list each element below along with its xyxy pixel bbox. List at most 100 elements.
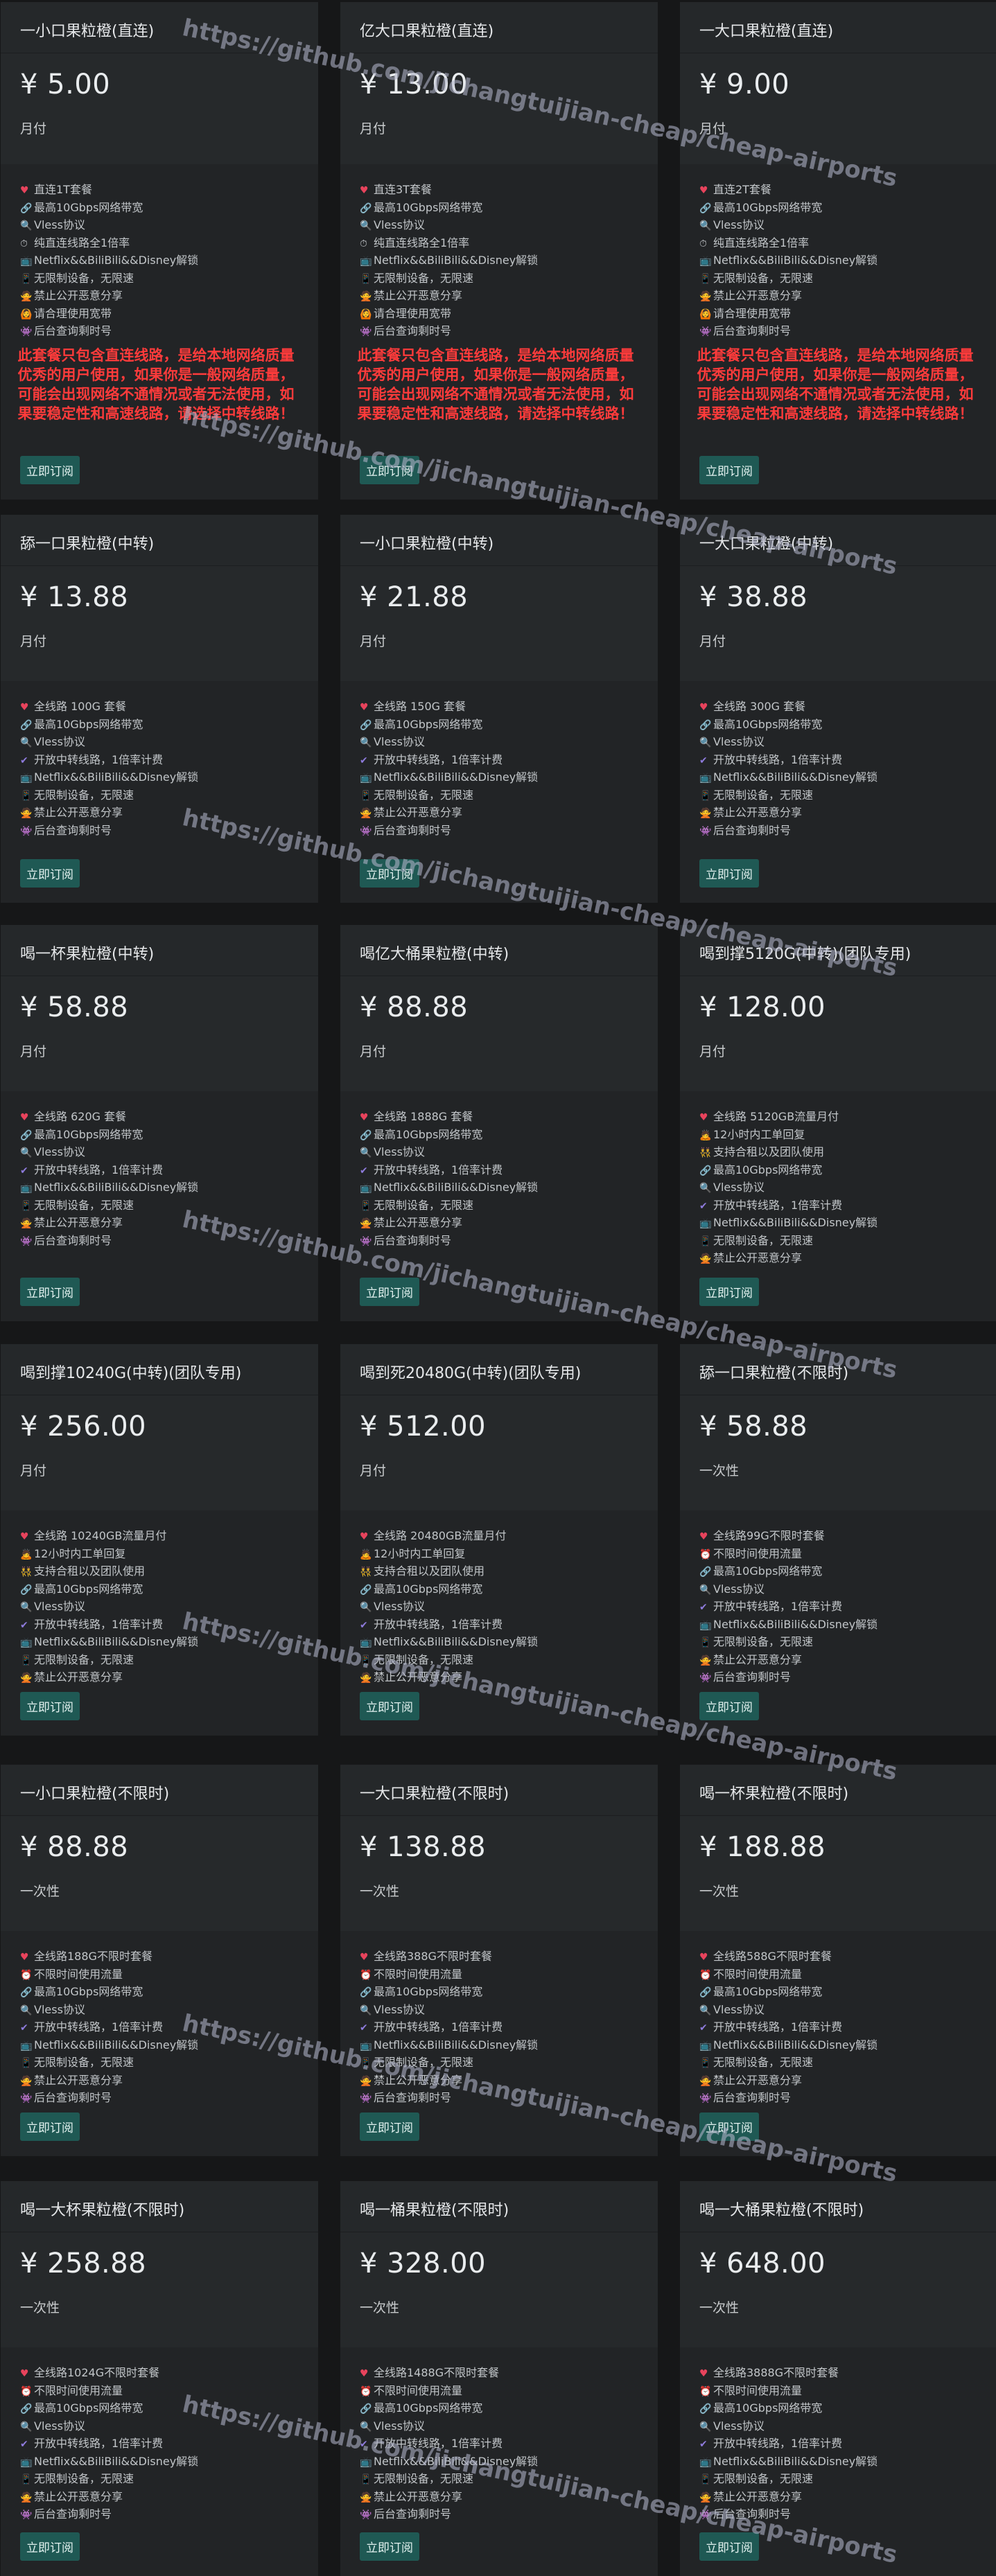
feature-text: 最高10Gbps网络带宽 (34, 1582, 143, 1596)
feature-text: 最高10Gbps网络带宽 (713, 1163, 823, 1176)
feature-item: 👾 后台查询剩时号 (20, 822, 318, 840)
billing-period: 月付 (20, 1463, 47, 1479)
subscribe-button[interactable]: 立即订阅 (360, 456, 419, 484)
alarm-clock-icon: ⏰ (699, 1969, 712, 1981)
feature-item: 👾 后台查询剩时号 (20, 1232, 318, 1250)
feature-text: 开放中转线路，1倍率计费 (34, 2437, 164, 2450)
feature-item: 👾 后台查询剩时号 (699, 2089, 996, 2107)
forbidden-gesture-icon: 🙅 (20, 808, 33, 819)
price-section: ¥ 128.00 月付 (680, 976, 996, 1091)
bowing-person-icon: 🙇 (699, 1129, 712, 1141)
feature-item: 📱 无限制设备，无限速 (699, 1633, 996, 1651)
plan-title: 喝一大桶果粒橙(不限时) (680, 2181, 996, 2232)
subscribe-button[interactable]: 立即订阅 (699, 1278, 759, 1306)
subscribe-button[interactable]: 立即订阅 (699, 2532, 759, 2561)
feature-item: 📺 Netflix&&BiliBili&&Disney解锁 (20, 1179, 318, 1197)
feature-item: 📱 无限制设备，无限速 (360, 2470, 658, 2488)
alarm-clock-icon: ⏰ (20, 2385, 33, 2397)
tv-icon: 📺 (20, 2456, 33, 2468)
feature-text: 开放中转线路，1倍率计费 (713, 752, 843, 766)
feature-text: Netflix&&BiliBili&&Disney解锁 (374, 1635, 539, 1648)
alien-icon: 👾 (20, 825, 33, 837)
check-icon: ✔ (360, 2022, 368, 2034)
feature-text: Netflix&&BiliBili&&Disney解锁 (374, 1181, 539, 1194)
price-amount: ¥ 138.88 (360, 1831, 487, 1863)
subscribe-button[interactable]: 立即订阅 (699, 1692, 759, 1720)
price-amount: ¥ 512.00 (360, 1411, 487, 1443)
feature-item: 📺 Netflix&&BiliBili&&Disney解锁 (699, 1214, 996, 1232)
price-section: ¥ 21.88 月付 (340, 566, 658, 681)
plan-card: 舔一口果粒橙(中转) ¥ 13.88 月付 ♥ 全线路 100G 套餐 🔗 最高10Gbps… (1, 515, 318, 903)
bowing-person-icon: 🙇 (360, 1549, 372, 1560)
feature-item: ♥ 全线路388G不限时套餐 (360, 1948, 658, 1966)
feature-text: 最高10Gbps网络带宽 (374, 1127, 483, 1141)
search-icon: 🔍 (699, 2421, 712, 2433)
stopwatch-icon: ⏱ (699, 238, 707, 249)
feature-item: 🔗 最高10Gbps网络带宽 (360, 1126, 658, 1144)
feature-text: Vless协议 (374, 218, 425, 231)
plan-title: 喝一杯果粒橙(中转) (1, 925, 318, 976)
plan-card: 喝一桶果粒橙(不限时) ¥ 328.00 一次性 ♥ 全线路1488G不限时套餐 ⏰ 不限时… (340, 2181, 658, 2576)
feature-item: 🙅 禁止公开恶意分享 (360, 2072, 658, 2090)
feature-text: 无限制设备，无限速 (374, 1652, 474, 1666)
feature-text: 开放中转线路，1倍率计费 (34, 1617, 164, 1631)
feature-text: 无限制设备，无限速 (34, 2056, 134, 2069)
feature-text: 不限时间使用流量 (34, 2383, 123, 2397)
forbidden-gesture-icon: 🙅 (360, 1673, 372, 1684)
feature-item: ✔ 开放中转线路，1倍率计费 (360, 1616, 658, 1634)
plan-card: 亿大口果粒橙(直连) ¥ 13.00 月付 ♥ 直连3T套餐 🔗 最高10Gbps网络带宽 🔍… (340, 2, 658, 500)
feature-text: 禁止公开恶意分享 (374, 2489, 463, 2503)
subscribe-button[interactable]: 立即订阅 (20, 2112, 80, 2141)
ok-gesture-icon: 🙆 (699, 308, 712, 320)
feature-text: 禁止公开恶意分享 (713, 2073, 803, 2087)
subscribe-button[interactable]: 立即订阅 (360, 859, 419, 888)
subscribe-button[interactable]: 立即订阅 (360, 2112, 419, 2141)
forbidden-gesture-icon: 🙅 (20, 1673, 33, 1684)
feature-text: 无限制设备，无限速 (374, 2056, 474, 2069)
feature-item: 📱 无限制设备，无限速 (20, 2054, 318, 2072)
check-icon: ✔ (360, 755, 368, 766)
subscribe-button[interactable]: 立即订阅 (699, 859, 759, 888)
feature-text: Vless协议 (713, 1181, 765, 1194)
feature-text: 12小时内工单回复 (374, 1546, 466, 1560)
subscribe-button[interactable]: 立即订阅 (360, 1692, 419, 1720)
feature-item: 🔗 最高10Gbps网络带宽 (699, 2399, 996, 2417)
heart-icon: ♥ (20, 1531, 29, 1542)
plan-title: 舔一口果粒橙(中转) (1, 515, 318, 566)
subscribe-button[interactable]: 立即订阅 (699, 2112, 759, 2141)
price-section: ¥ 58.88 一次性 (680, 1395, 996, 1510)
feature-text: 后台查询剩时号 (713, 2091, 792, 2104)
feature-text: Vless协议 (374, 1600, 425, 1613)
subscribe-button[interactable]: 立即订阅 (20, 1278, 80, 1306)
subscribe-button[interactable]: 立即订阅 (20, 859, 80, 888)
feature-item: 📱 无限制设备，无限速 (20, 1197, 318, 1215)
link-icon: 🔗 (360, 202, 372, 214)
phone-icon: 📱 (360, 1655, 372, 1666)
search-icon: 🔍 (20, 2421, 33, 2433)
feature-item: ♥ 全线路588G不限时套餐 (699, 1948, 996, 1966)
subscribe-button[interactable]: 立即订阅 (20, 1692, 80, 1720)
subscribe-button[interactable]: 立即订阅 (20, 456, 80, 484)
subscribe-button[interactable]: 立即订阅 (360, 1278, 419, 1306)
billing-period: 一次性 (699, 1884, 740, 1899)
feature-item: 🔍 Vless协议 (360, 1143, 658, 1161)
subscribe-button[interactable]: 立即订阅 (360, 2532, 419, 2561)
feature-item: 🙅 禁止公开恶意分享 (20, 1668, 318, 1686)
feature-text: 后台查询剩时号 (374, 2091, 452, 2104)
feature-text: 最高10Gbps网络带宽 (713, 1564, 823, 1578)
billing-period: 月付 (699, 1044, 726, 1059)
link-icon: 🔗 (20, 2403, 33, 2415)
billing-period: 月付 (699, 634, 726, 649)
feature-item: 📱 无限制设备，无限速 (699, 2470, 996, 2488)
feature-text: 无限制设备，无限速 (374, 1198, 474, 1212)
feature-text: Vless协议 (713, 1582, 765, 1596)
subscribe-button[interactable]: 立即订阅 (20, 2532, 80, 2561)
feature-item: ⏰ 不限时间使用流量 (20, 2382, 318, 2400)
feature-text: 支持合租以及团队使用 (34, 1564, 146, 1578)
feature-item: 🙅 禁止公开恶意分享 (20, 804, 318, 822)
price-section: ¥ 512.00 月付 (340, 1395, 658, 1510)
subscribe-button[interactable]: 立即订阅 (699, 456, 759, 484)
feature-item: 🔍 Vless协议 (360, 1598, 658, 1616)
feature-item: ♥ 全线路 1888G 套餐 (360, 1108, 658, 1126)
feature-item: ✔ 开放中转线路，1倍率计费 (699, 1598, 996, 1616)
